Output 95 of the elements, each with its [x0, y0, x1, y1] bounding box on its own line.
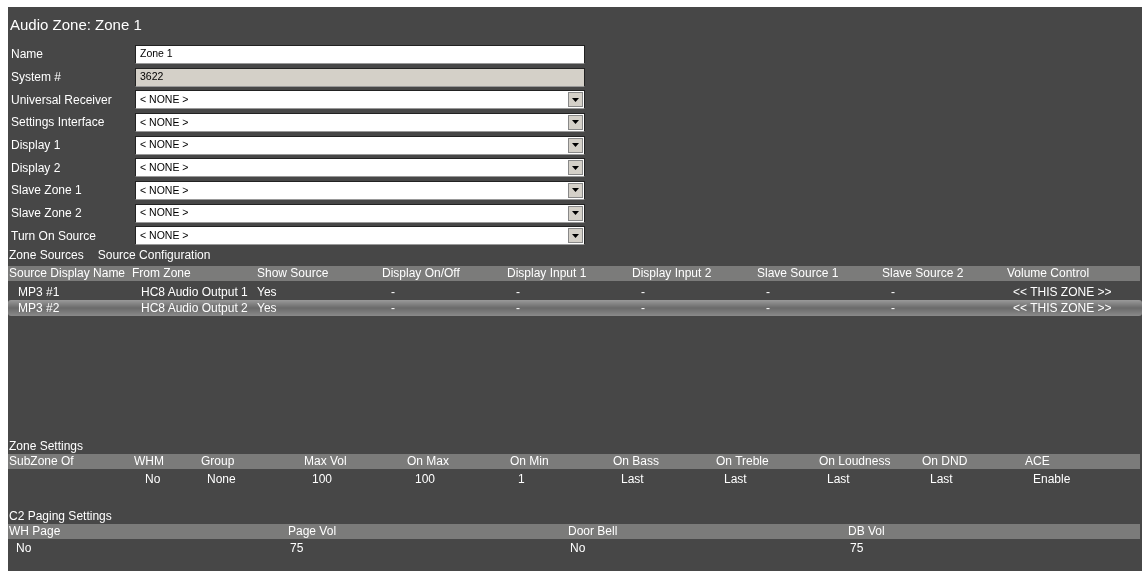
- table-cell-text: Yes: [257, 284, 278, 301]
- table-cell-text: Last: [620, 471, 645, 488]
- column-header: WHM: [134, 454, 165, 470]
- table-cell-text: -: [640, 284, 646, 301]
- column-header: Door Bell: [568, 524, 619, 540]
- field-label: Display 2: [10, 159, 62, 177]
- column-header: Volume Control: [1007, 266, 1091, 282]
- table-cell-text: MP3 #2: [17, 300, 61, 317]
- section-subtitle: Source Configuration: [97, 249, 211, 263]
- table-cell-text: -: [765, 284, 771, 301]
- section-title: Zone Sources: [9, 249, 84, 263]
- dropdown-button[interactable]: [568, 92, 583, 108]
- table-cell-text: HC8 Audio Output 1: [140, 284, 249, 301]
- dropdown[interactable]: < NONE >: [135, 226, 585, 246]
- column-header: Display Input 2: [632, 266, 713, 282]
- column-header: Group: [201, 454, 236, 470]
- caret-icon: [572, 143, 579, 148]
- column-header: Show Source: [257, 266, 330, 282]
- dropdown[interactable]: < NONE >: [135, 180, 585, 200]
- dropdown-button[interactable]: [568, 114, 583, 130]
- section-title: C2 Paging Settings: [8, 510, 113, 524]
- table-cell-text: No: [15, 540, 33, 557]
- column-header: On Bass: [613, 454, 661, 470]
- table-cell-text: -: [390, 300, 396, 317]
- table-cell-text: << THIS ZONE >>: [1012, 300, 1113, 317]
- table-cell-text: Enable: [1032, 471, 1072, 488]
- dropdown[interactable]: < NONE >: [135, 203, 585, 223]
- caret-icon: [572, 165, 579, 170]
- table-cell-text: HC8 Audio Output 2: [140, 300, 249, 317]
- table-cell-text: -: [765, 300, 771, 317]
- column-header: Slave Source 1: [757, 266, 840, 282]
- table-row[interactable]: MP3 #2 HC8 Audio Output 2 Yes - - - - - << THIS ZONE >>: [8, 300, 1142, 317]
- table-cell-text: -: [640, 300, 646, 317]
- field-label: System #: [10, 69, 62, 87]
- column-header: Display On/Off: [382, 266, 461, 282]
- column-header: Slave Source 2: [882, 266, 965, 282]
- dropdown[interactable]: < NONE >: [135, 112, 585, 132]
- column-header: DB Vol: [848, 524, 886, 540]
- table-cell-text: Last: [929, 471, 954, 488]
- table-cell-text: -: [390, 284, 396, 301]
- table-cell-text: << THIS ZONE >>: [1012, 284, 1113, 301]
- field-label: Settings Interface: [10, 114, 106, 132]
- dropdown-button[interactable]: [568, 160, 583, 176]
- dropdown-button[interactable]: [568, 137, 583, 153]
- column-header: On Loudness: [819, 454, 892, 470]
- section-title: Zone Settings: [8, 440, 85, 454]
- table-cell-text: None: [206, 471, 237, 488]
- column-header: ACE: [1025, 454, 1051, 470]
- table-cell-text: Yes: [257, 300, 278, 317]
- dropdown-button[interactable]: [568, 205, 583, 221]
- caret-icon: [572, 120, 579, 125]
- table-cell-text: 100: [414, 471, 437, 488]
- dropdown-button[interactable]: [568, 182, 583, 198]
- column-header: On Treble: [716, 454, 770, 470]
- field-label: Display 1: [10, 137, 62, 155]
- column-header: Max Vol: [304, 454, 348, 470]
- table-cell-text: 75: [849, 540, 865, 557]
- readonly-field: 3622: [135, 67, 585, 87]
- page-title: Audio Zone: Zone 1: [9, 15, 143, 35]
- table-row[interactable]: MP3 #1 HC8 Audio Output 1 Yes - - - - - << THIS ZONE >>: [8, 284, 1142, 301]
- text-field[interactable]: Zone 1: [135, 44, 585, 64]
- table-cell-text: -: [515, 300, 521, 317]
- table-cell-text: -: [890, 300, 896, 317]
- column-header: On Max: [407, 454, 450, 470]
- column-header: SubZone Of: [8, 454, 75, 470]
- caret-icon: [572, 97, 579, 102]
- table-cell-text: -: [515, 284, 521, 301]
- table-cell-text: Last: [723, 471, 748, 488]
- dropdown[interactable]: < NONE >: [135, 158, 585, 178]
- column-header: WH Page: [8, 524, 62, 540]
- dropdown[interactable]: < NONE >: [135, 90, 585, 110]
- table-cell-text: No: [569, 540, 587, 557]
- field-label: Name: [10, 46, 44, 64]
- field-label: Turn On Source: [10, 227, 97, 245]
- column-header: On DND: [922, 454, 969, 470]
- table-cell-text: 75: [289, 540, 305, 557]
- field-label: Universal Receiver: [10, 91, 113, 109]
- column-header: Page Vol: [288, 524, 338, 540]
- caret-icon: [572, 233, 579, 238]
- table-cell-text: 1: [517, 471, 526, 488]
- field-label: Slave Zone 2: [10, 205, 83, 223]
- table-cell-text: 100: [311, 471, 334, 488]
- dropdown[interactable]: < NONE >: [135, 135, 585, 155]
- column-header: Source Display Name: [8, 266, 127, 282]
- caret-icon: [572, 188, 579, 193]
- field-label: Slave Zone 1: [10, 182, 83, 200]
- table-cell-text: -: [890, 284, 896, 301]
- table-cell-text: Last: [826, 471, 851, 488]
- column-header: From Zone: [132, 266, 192, 282]
- table-cell-text: MP3 #1: [17, 284, 61, 301]
- caret-icon: [572, 211, 579, 216]
- table-cell-text: No: [144, 471, 162, 488]
- column-header: Display Input 1: [507, 266, 588, 282]
- column-header: On Min: [510, 454, 550, 470]
- dropdown-button[interactable]: [568, 228, 583, 244]
